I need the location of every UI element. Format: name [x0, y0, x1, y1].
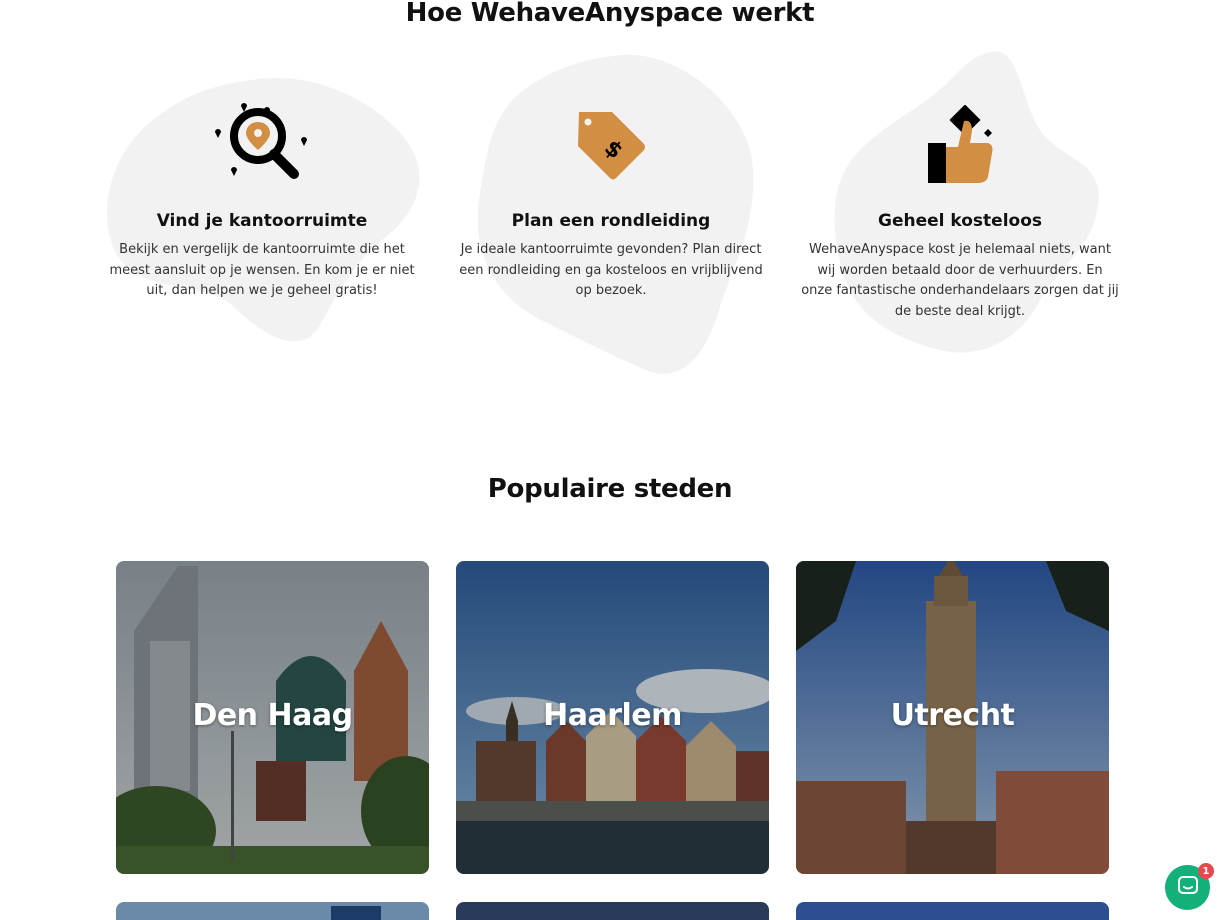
- step-find-office: Vind je kantoorruimte Bekijk en vergelij…: [102, 40, 422, 380]
- unread-badge: 1: [1198, 863, 1214, 879]
- city-card-partial[interactable]: [116, 902, 429, 920]
- city-card-partial[interactable]: [796, 902, 1109, 920]
- blob-background: [107, 78, 420, 342]
- popular-cities-heading: Populaire steden: [487, 474, 733, 504]
- search-location-icon: [212, 102, 312, 186]
- step-description: WehaveAnyspace kost je helemaal niets, w…: [801, 242, 1119, 319]
- city-photo: [796, 902, 1109, 920]
- city-name: Utrecht: [890, 698, 1015, 733]
- step-title: Vind je kantoorruimte: [156, 211, 368, 231]
- step-free-of-charge: Geheel kosteloos WehaveAnyspace kost je …: [800, 40, 1120, 380]
- city-card-utrecht[interactable]: Utrecht: [796, 561, 1109, 874]
- city-card-den-haag[interactable]: Den Haag: [116, 561, 429, 874]
- city-photo: [116, 902, 429, 920]
- step-title: Plan een rondleiding: [511, 211, 711, 231]
- city-photo: [456, 902, 769, 920]
- city-name: Den Haag: [192, 698, 353, 733]
- blob-background: [477, 54, 754, 374]
- thumbs-up-icon: [924, 104, 996, 189]
- step-title: Geheel kosteloos: [878, 211, 1042, 231]
- how-it-works-heading: Hoe WehaveAnyspace werkt: [405, 0, 815, 28]
- step-description: Bekijk en vergelijk de kantoorruimte die…: [109, 242, 415, 298]
- city-card-partial[interactable]: [456, 902, 769, 920]
- city-name: Haarlem: [543, 698, 682, 733]
- step-plan-tour: $ Plan een rondleiding Je ideale kantoor…: [451, 40, 771, 380]
- step-description: Je ideale kantoorruimte gevonden? Plan d…: [459, 242, 763, 298]
- price-tag-icon: $: [576, 110, 646, 186]
- chat-icon: [1177, 875, 1199, 901]
- city-card-haarlem[interactable]: Haarlem: [456, 561, 769, 874]
